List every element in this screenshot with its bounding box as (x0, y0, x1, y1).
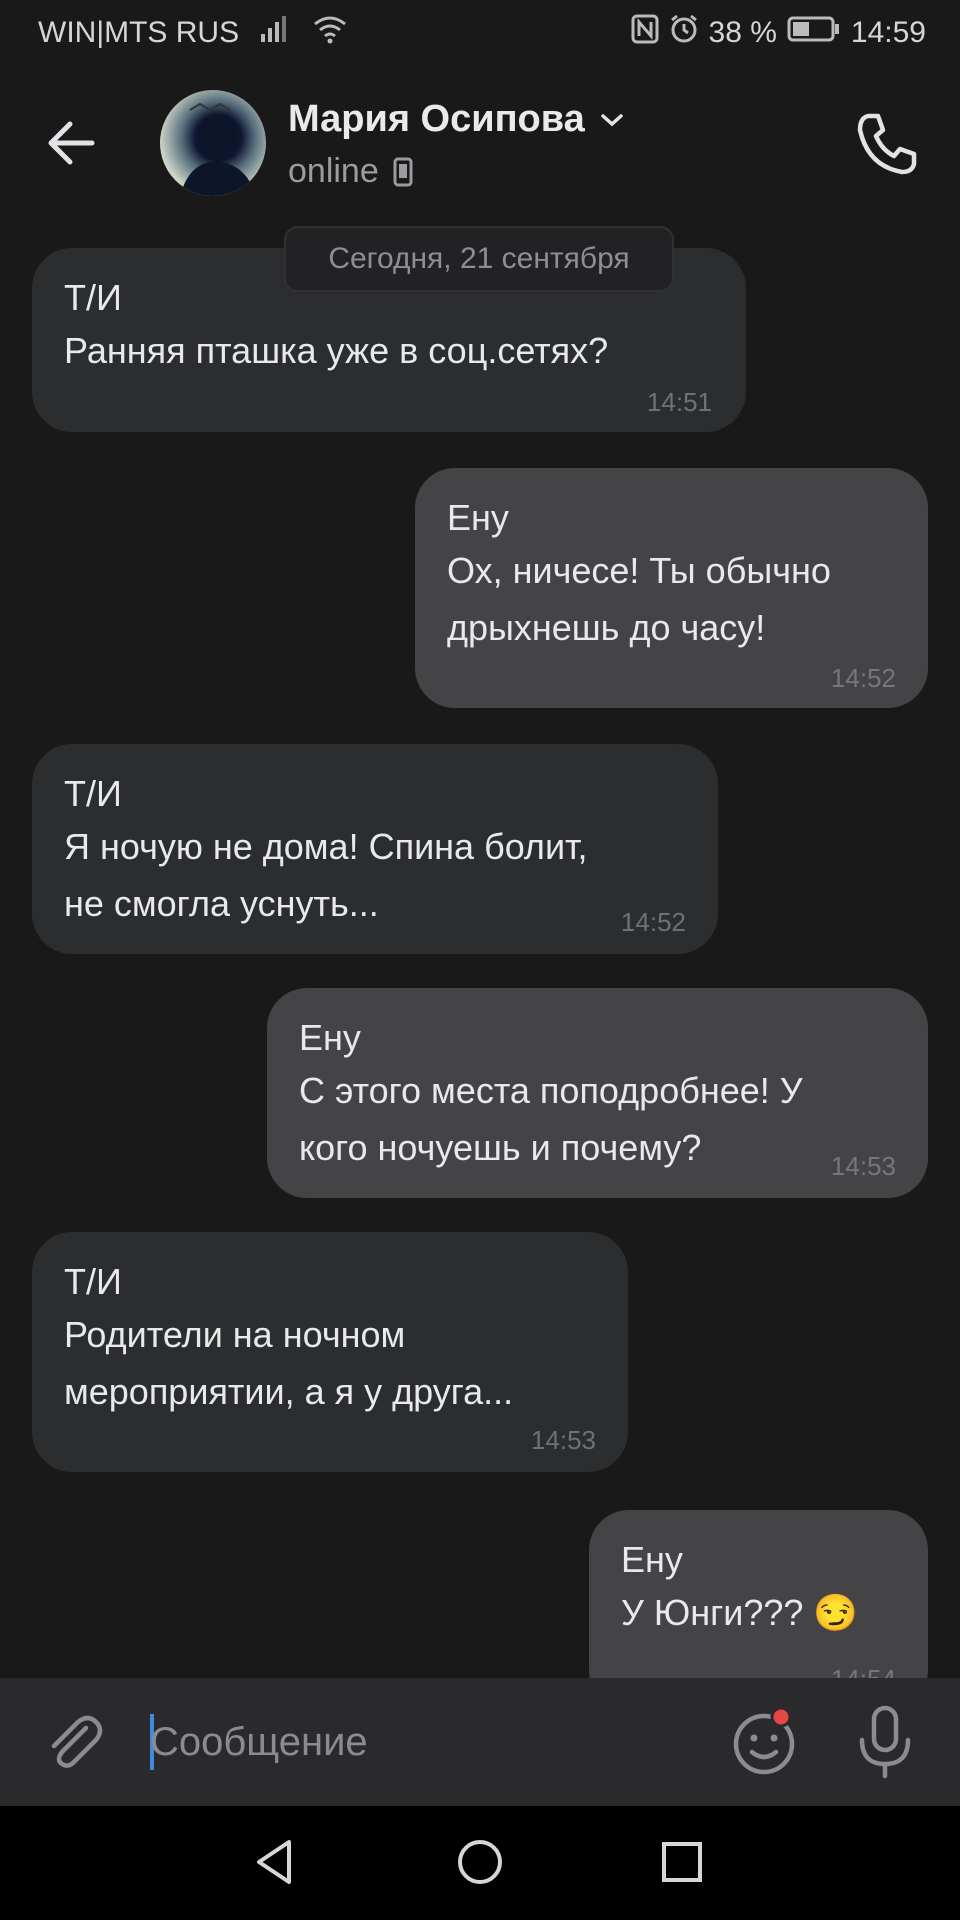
message-sender: Ену (447, 497, 509, 538)
phone-icon (857, 113, 917, 175)
message-bubble-outgoing[interactable]: Ену С этого места поподробнее! У кого но… (267, 988, 928, 1198)
message-list[interactable]: Т/И Ранняя пташка уже в соц.сетях? 14:51… (0, 216, 960, 1678)
system-navigation-bar (0, 1806, 960, 1920)
voice-message-button[interactable] (850, 1702, 920, 1782)
message-input[interactable]: Сообщение (150, 1702, 710, 1782)
message-text-line: мероприятии, а я у друга... (64, 1371, 514, 1412)
avatar[interactable] (160, 90, 266, 196)
back-button[interactable] (38, 108, 108, 178)
wifi-icon (313, 14, 347, 52)
message-text-line: не смогла уснуть... (64, 883, 379, 924)
message-text-line: кого ночуешь и почему? (299, 1127, 702, 1168)
message-sender: Ену (621, 1539, 683, 1580)
message-bubble-incoming[interactable]: Т/И Родители на ночном мероприятии, а я … (32, 1232, 628, 1472)
nav-back-button[interactable] (245, 1832, 305, 1892)
paperclip-icon (51, 1715, 103, 1768)
alarm-icon (669, 14, 699, 52)
message-text-line: дрыхнешь до часу! (447, 607, 766, 648)
date-separator: Сегодня, 21 сентября (284, 226, 674, 292)
smile-icon (733, 1706, 795, 1775)
online-status-label: online (288, 152, 379, 190)
nav-recents-button[interactable] (652, 1832, 712, 1892)
message-time: 14:52 (830, 663, 896, 693)
emoji-button[interactable] (728, 1704, 802, 1778)
call-button[interactable] (848, 106, 924, 182)
circle-home-icon (458, 1840, 502, 1884)
message-sender: Ену (299, 1017, 361, 1058)
message-text-line: Родители на ночном (64, 1314, 406, 1355)
message-bubble-incoming[interactable]: Т/И Я ночую не дома! Спина болит, не смо… (32, 744, 718, 954)
message-time: 14:53 (530, 1425, 596, 1455)
carrier-label: WIN|MTS RUS (38, 16, 240, 49)
message-sender: Т/И (64, 1261, 122, 1302)
status-bar: WIN|MTS RUS 38 % 14:59 (0, 0, 960, 66)
chat-header: Мария Осипова online (0, 66, 960, 216)
battery-icon (787, 15, 841, 51)
message-time: 14:54 (831, 1664, 896, 1678)
triangle-back-icon (257, 1840, 291, 1884)
clock-label: 14:59 (850, 16, 926, 49)
back-arrow-icon (48, 121, 95, 165)
attach-button[interactable] (40, 1708, 110, 1778)
battery-label: 38 % (708, 16, 777, 49)
message-bubble-outgoing[interactable]: Ену Ох, ничесе! Ты обычно дрыхнешь до ча… (415, 468, 928, 708)
message-text-line: Я ночую не дома! Спина болит, (64, 826, 588, 867)
contact-status: online (288, 152, 413, 191)
microphone-icon (859, 1705, 911, 1779)
message-time: 14:52 (620, 907, 686, 937)
message-text-line: Ранняя пташка уже в соц.сетях? (64, 330, 609, 371)
message-composer: Сообщение (0, 1678, 960, 1806)
message-bubble-outgoing[interactable]: Ену У Юнги??? 😏 14:54 (589, 1510, 928, 1678)
message-time: 14:51 (646, 387, 712, 417)
chevron-down-icon (601, 113, 623, 126)
nav-home-button[interactable] (450, 1832, 510, 1892)
message-text-line: Ох, ничесе! Ты обычно (447, 550, 831, 591)
square-recents-icon (662, 1842, 702, 1882)
message-text-line: С этого места поподробнее! У (299, 1070, 803, 1111)
contact-name[interactable]: Мария Осипова (288, 98, 625, 141)
message-text-line: У Юнги??? 😏 (621, 1592, 859, 1633)
message-sender: Т/И (64, 773, 122, 814)
nfc-icon (631, 14, 659, 52)
contact-name-label: Мария Осипова (288, 98, 585, 140)
signal-icon (259, 14, 293, 52)
mobile-device-icon (393, 157, 413, 186)
message-time: 14:53 (830, 1151, 896, 1181)
